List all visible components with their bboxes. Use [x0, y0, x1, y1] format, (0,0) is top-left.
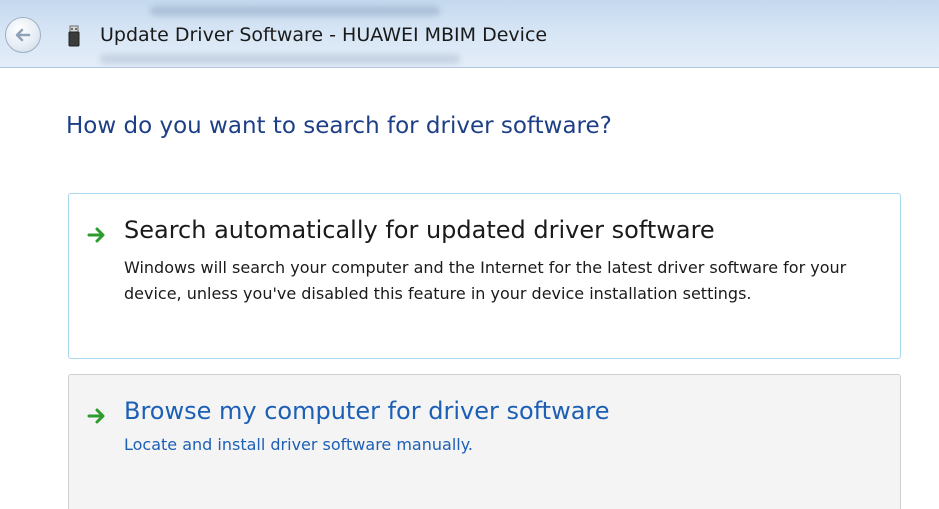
window-title: Update Driver Software - HUAWEI MBIM Dev… — [100, 24, 548, 46]
green-arrow-icon — [87, 227, 105, 243]
update-driver-window: Update Driver Software - HUAWEI MBIM Dev… — [0, 0, 939, 509]
search-automatically-description: Windows will search your computer and th… — [124, 258, 847, 303]
green-arrow-icon — [87, 408, 105, 424]
title-bar-glass-highlight — [150, 6, 440, 16]
browse-computer-title: Browse my computer for driver software — [124, 397, 610, 425]
search-automatically-title: Search automatically for updated driver … — [124, 216, 715, 244]
usb-device-icon — [68, 25, 80, 47]
search-automatically-option[interactable]: Search automatically for updated driver … — [68, 193, 901, 359]
page-heading: How do you want to search for driver sof… — [66, 113, 612, 139]
browse-computer-description: Locate and install driver software manua… — [124, 435, 473, 454]
title-bar-glass-shadow — [100, 54, 460, 64]
back-button[interactable] — [5, 17, 41, 53]
back-arrow-icon — [15, 28, 31, 42]
browse-computer-option[interactable]: Browse my computer for driver software L… — [68, 374, 901, 509]
title-bar: Update Driver Software - HUAWEI MBIM Dev… — [0, 0, 939, 68]
